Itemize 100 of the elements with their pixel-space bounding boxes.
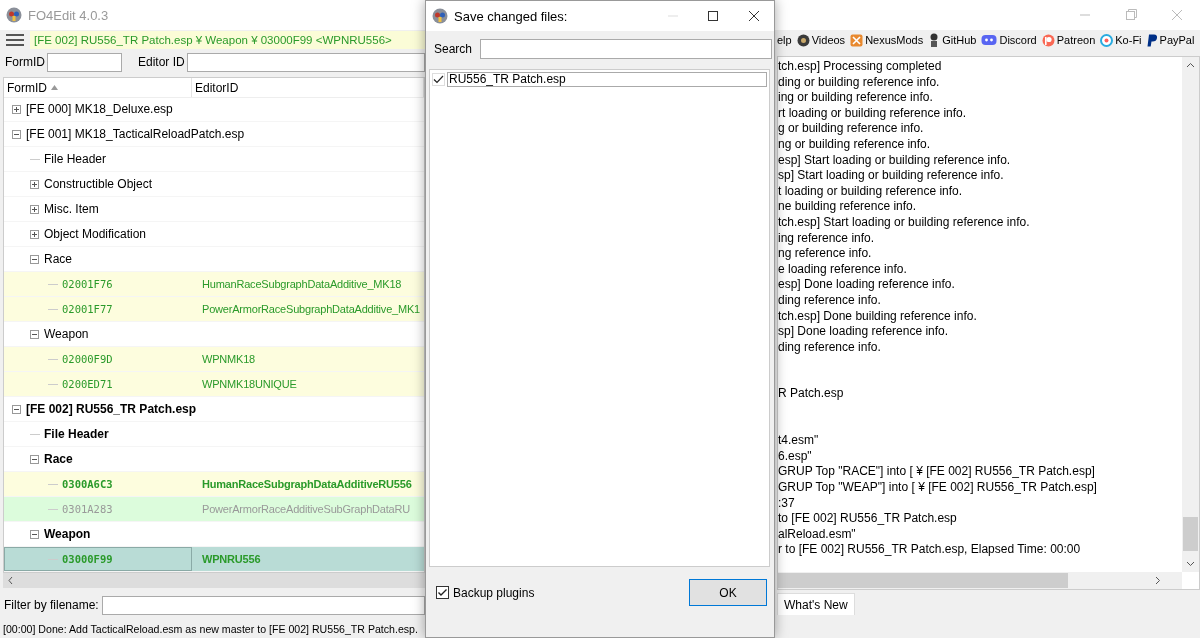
collapse-icon[interactable] xyxy=(30,529,39,539)
log-line: ding or building reference info. xyxy=(778,74,940,91)
toolbar-link[interactable]: Discord xyxy=(981,34,1037,46)
tree-row[interactable]: Object Modification xyxy=(4,222,424,247)
log-line: ding reference info. xyxy=(778,339,881,356)
scrollbar[interactable] xyxy=(778,572,1182,589)
tab[interactable]: What's New xyxy=(777,593,855,615)
form-id: 03000F99 xyxy=(62,553,113,565)
log-line: ng reference info. xyxy=(778,246,872,262)
tree-row[interactable]: 0300A6C3 HumanRaceSubgraphDataAdditiveRU556 xyxy=(4,472,424,497)
collapse-icon[interactable] xyxy=(12,129,21,139)
tree-row[interactable]: 02001F77 PowerArmorRaceSubgraphDataAdditive_MK1 xyxy=(4,297,424,322)
expand-icon[interactable] xyxy=(30,179,39,189)
form-id: 0200ED71 xyxy=(62,378,113,390)
tree-row[interactable]: [FE 002] RU556_TR Patch.esp xyxy=(4,397,424,422)
column-header[interactable]: EditorID xyxy=(192,78,424,97)
log-line: t4.esm" xyxy=(778,433,819,449)
path-field: [FE 002] RU556_TR Patch.esp ¥ Weapon ¥ 03000F99 <WPNRU556> xyxy=(30,31,425,49)
expand-icon[interactable] xyxy=(12,104,21,114)
tree-label: Weapon xyxy=(44,527,91,541)
toolbar-link[interactable]: Videos xyxy=(796,33,846,47)
tree-row[interactable]: Misc. Item xyxy=(4,197,424,222)
badge-icon xyxy=(1146,33,1158,47)
scrollbar[interactable] xyxy=(3,573,425,588)
log-line: tch.esp] Start loading or building reference info. xyxy=(778,214,1030,231)
tree-label: Misc. Item xyxy=(44,202,99,216)
editor-id: PowerArmorRaceSubgraphDataAdditive_MK1 xyxy=(201,303,420,315)
checkbox-label: Backup plugins xyxy=(453,585,535,600)
tree-row[interactable]: File Header xyxy=(4,147,424,172)
collapse-icon[interactable] xyxy=(12,404,21,414)
toolbar-link[interactable]: Ko-Fi xyxy=(1100,33,1142,47)
field-label: FormID xyxy=(5,55,45,69)
square-icon xyxy=(850,33,864,47)
app-icon xyxy=(432,8,448,24)
collapse-icon[interactable] xyxy=(30,254,39,264)
collapse-icon[interactable] xyxy=(30,329,39,339)
log-line: esp] Done loading reference info. xyxy=(778,277,955,293)
formid-field[interactable] xyxy=(47,52,122,72)
tree-row[interactable]: 02001F76 HumanRaceSubgraphDataAdditive_MK18 xyxy=(4,272,424,297)
scroll-thumb[interactable] xyxy=(778,573,1068,588)
toolbar-link[interactable]: elp xyxy=(777,34,792,46)
log-line: GRUP Top "RACE"] into [ ¥ [FE 002] RU556_TR Patch.esp] xyxy=(778,464,1095,481)
tree-label: Object Modification xyxy=(44,227,147,241)
scroll-thumb[interactable] xyxy=(1183,517,1198,551)
editor-id: HumanRaceSubgraphDataAdditiveRU556 xyxy=(201,478,412,490)
log-line: g or building reference info. xyxy=(778,121,924,137)
tree-label: Weapon xyxy=(44,327,89,341)
tree-row[interactable]: File Header xyxy=(4,422,424,447)
field-label: Editor ID xyxy=(138,55,185,69)
log-line: to [FE 002] RU556_TR Patch.esp xyxy=(778,511,957,527)
field-label: Search xyxy=(434,42,473,56)
log-line: ding reference info. xyxy=(778,292,881,309)
editorid-field[interactable] xyxy=(186,52,425,72)
log-line: ng or building reference info. xyxy=(778,136,931,153)
log-line: e loading reference info. xyxy=(778,261,907,278)
editor-id: WPNRU556 xyxy=(201,553,261,565)
tree-row[interactable]: Constructible Object xyxy=(4,172,424,197)
log-line: t loading or building reference info. xyxy=(778,183,963,200)
tree-row[interactable]: [FE 000] MK18_Deluxe.esp xyxy=(4,97,424,122)
tree-label: [FE 001] MK18_TacticalReloadPatch.esp xyxy=(26,127,245,141)
tree-row[interactable]: 02000F9D WPNMK18 xyxy=(4,347,424,372)
editor-id: HumanRaceSubgraphDataAdditive_MK18 xyxy=(201,278,402,290)
log-line: rt loading or building reference info. xyxy=(778,105,967,122)
log-line: 6.esp" xyxy=(778,448,812,465)
expand-icon[interactable] xyxy=(30,204,39,214)
form-id: 02001F77 xyxy=(62,303,113,315)
column-header[interactable]: FormID xyxy=(4,78,192,97)
form-id: 02001F76 xyxy=(62,278,113,290)
tree-label: File Header xyxy=(44,427,109,441)
toolbar-link[interactable]: GitHub xyxy=(928,33,977,47)
checkbox[interactable] xyxy=(436,586,449,599)
log-line: esp] Start loading or building reference info. xyxy=(778,152,1011,169)
ok-button[interactable]: OK xyxy=(689,579,767,606)
menu-icon[interactable] xyxy=(6,34,24,46)
app-icon xyxy=(6,7,22,23)
log-line: r to [FE 002] RU556_TR Patch.esp, Elapsed Time: 00:00 xyxy=(778,542,1081,558)
editor-id: WPNMK18 xyxy=(201,353,255,365)
filter-field[interactable] xyxy=(101,595,425,615)
search-field[interactable] xyxy=(480,39,772,59)
log-line: tch.esp] Processing completed xyxy=(778,59,942,75)
toolbar-link[interactable]: NexusMods xyxy=(850,33,924,47)
dialog-title: Save changed files: xyxy=(454,8,568,24)
log-line: tch.esp] Done building reference info. xyxy=(778,308,977,325)
toolbar-link[interactable]: PayPal xyxy=(1146,33,1195,47)
tree-label: Race xyxy=(44,252,72,266)
status-text: [00:00] Done: Add TacticalReload.esm as new master to [FE 002] RU556_TR Patch.esp. xyxy=(2,622,418,635)
scrollbar[interactable] xyxy=(1182,57,1199,572)
tree-row[interactable]: [FE 001] MK18_TacticalReloadPatch.esp xyxy=(4,122,424,147)
expand-icon[interactable] xyxy=(30,229,39,239)
ring-icon xyxy=(1100,33,1114,47)
tree-label: Constructible Object xyxy=(44,177,153,191)
form-id: 02000F9D xyxy=(62,353,113,365)
window-title: FO4Edit 4.0.3 xyxy=(28,7,109,23)
file-list-item[interactable]: RU556_TR Patch.esp xyxy=(447,72,767,87)
tree-row[interactable]: 0200ED71 WPNMK18UNIQUE xyxy=(4,372,424,397)
collapse-icon[interactable] xyxy=(30,454,39,464)
log-line: R Patch.esp xyxy=(778,386,844,403)
log-line: GRUP Top "WEAP"] into [ ¥ [FE 002] RU556_TR Patch.esp] xyxy=(778,480,1097,496)
ring-icon xyxy=(1041,33,1055,47)
toolbar-link[interactable]: Patreon xyxy=(1041,33,1096,47)
